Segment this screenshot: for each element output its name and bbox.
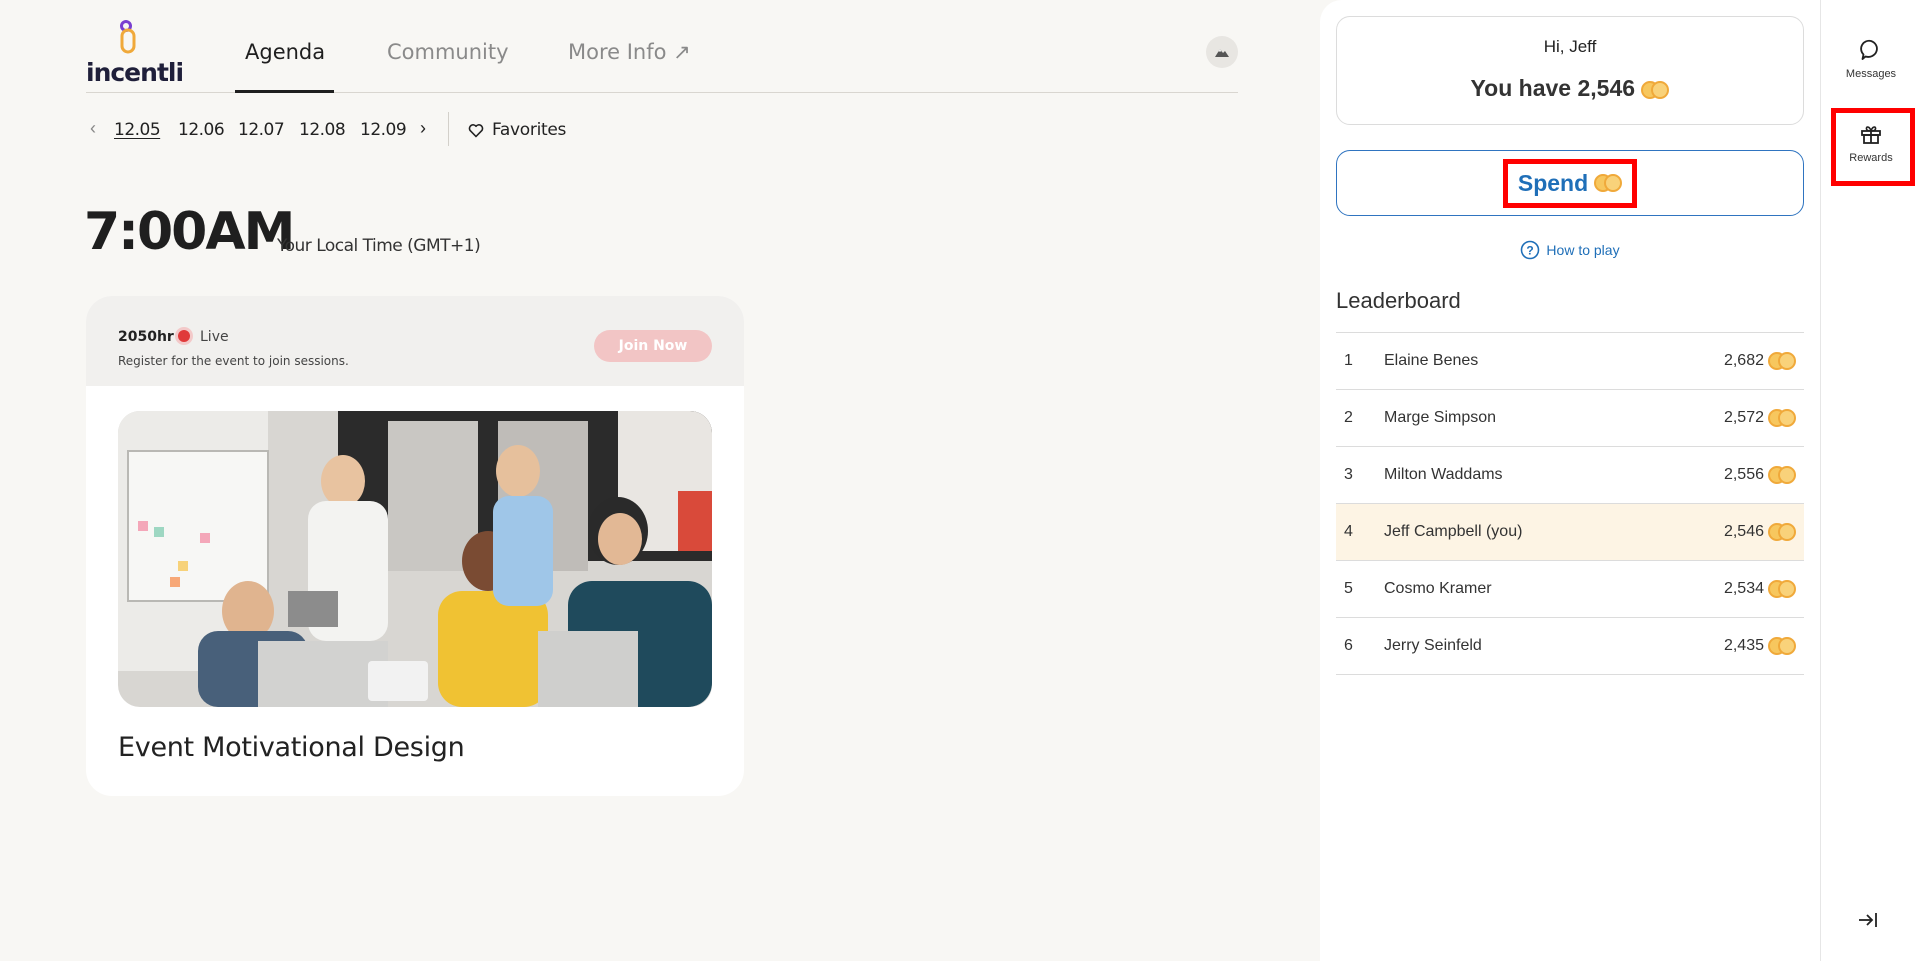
rewards-label: Rewards xyxy=(1849,152,1893,164)
svg-text:?: ? xyxy=(1527,244,1534,258)
team-celebration-image xyxy=(118,411,712,707)
score-value: 2,534 xyxy=(1723,580,1764,597)
spend-button[interactable]: Spend xyxy=(1336,150,1804,216)
coins-icon xyxy=(1768,466,1796,484)
leaderboard-row: 5 Cosmo Kramer 2,534 xyxy=(1336,561,1804,618)
join-now-button[interactable]: Join Now xyxy=(594,330,712,362)
how-to-play-label: How to play xyxy=(1546,242,1620,258)
session-title: Event Motivational Design xyxy=(118,732,465,763)
top-navigation: incentli Agenda Community More Info ↗ xyxy=(86,0,1238,93)
rewards-panel: Hi, Jeff You have 2,546 Spend ? How to p… xyxy=(1320,0,1820,961)
chevron-left-icon[interactable]: ‹ xyxy=(90,118,96,139)
date-12-08[interactable]: 12.08 xyxy=(299,120,346,140)
coins-icon xyxy=(1641,80,1670,99)
leaderboard-list: 1 Elaine Benes 2,682 2 Marge Simpson 2,5… xyxy=(1336,332,1804,675)
rank: 6 xyxy=(1344,637,1353,654)
session-time: 2050hr xyxy=(118,329,174,345)
rank: 2 xyxy=(1344,409,1353,426)
player-name: Milton Waddams xyxy=(1384,466,1503,483)
leaderboard-row: 3 Milton Waddams 2,556 xyxy=(1336,447,1804,504)
tab-more-info[interactable]: More Info ↗ xyxy=(568,40,691,64)
date-12-09[interactable]: 12.09 xyxy=(360,120,407,140)
session-card-header: 2050hr Live Register for the event to jo… xyxy=(86,296,744,386)
messages-button[interactable]: Messages xyxy=(1821,38,1920,80)
player-score: 2,534 xyxy=(1724,580,1796,598)
spend-highlight: Spend xyxy=(1502,158,1638,208)
messages-label: Messages xyxy=(1845,68,1897,80)
user-avatar[interactable] xyxy=(1206,36,1238,68)
date-12-07[interactable]: 12.07 xyxy=(238,120,285,140)
balance-text: You have 2,546 xyxy=(1337,75,1803,102)
greeting: Hi, Jeff xyxy=(1543,37,1597,56)
score-value: 2,435 xyxy=(1723,637,1764,654)
chevron-right-icon[interactable]: › xyxy=(420,118,426,139)
score-value: 2,556 xyxy=(1723,466,1764,483)
leaderboard-row-current-user: 4 Jeff Campbell (you) 2,546 xyxy=(1336,504,1804,561)
rewards-button[interactable]: Rewards xyxy=(1821,122,1920,164)
rank: 1 xyxy=(1344,352,1353,369)
rank: 3 xyxy=(1344,466,1353,483)
date-12-05[interactable]: 12.05 xyxy=(114,120,161,140)
coins-icon xyxy=(1768,580,1796,598)
rank: 5 xyxy=(1344,580,1353,597)
right-rail: Messages Rewards xyxy=(1820,0,1920,961)
score-value: 2,572 xyxy=(1723,409,1764,426)
active-tab-indicator xyxy=(235,90,334,93)
balance-value: You have 2,546 xyxy=(1470,75,1636,101)
date-12-06[interactable]: 12.06 xyxy=(178,120,225,140)
leaderboard-row: 6 Jerry Seinfeld 2,435 xyxy=(1336,618,1804,675)
coins-icon xyxy=(1768,523,1796,541)
coins-icon xyxy=(1768,352,1796,370)
player-name: Cosmo Kramer xyxy=(1384,580,1492,597)
player-name: Marge Simpson xyxy=(1384,409,1497,426)
heart-icon xyxy=(468,123,484,137)
rank: 4 xyxy=(1344,523,1353,540)
score-value: 2,546 xyxy=(1723,523,1764,540)
tab-agenda[interactable]: Agenda xyxy=(245,40,325,64)
player-name: Jeff Campbell (you) xyxy=(1384,523,1523,540)
player-name: Jerry Seinfeld xyxy=(1384,637,1482,654)
gift-icon xyxy=(1861,126,1881,144)
live-label: Live xyxy=(200,329,229,345)
coins-icon xyxy=(1768,409,1796,427)
player-score: 2,682 xyxy=(1724,352,1796,370)
leaderboard-row: 1 Elaine Benes 2,682 xyxy=(1336,333,1804,390)
date-selector: ‹ 12.05 12.06 12.07 12.08 12.09 › Favori… xyxy=(86,112,686,146)
player-score: 2,435 xyxy=(1724,637,1796,655)
player-score: 2,556 xyxy=(1724,466,1796,484)
divider xyxy=(448,112,449,146)
incentli-logo[interactable]: incentli xyxy=(86,18,184,87)
session-image xyxy=(118,411,712,707)
logo-text: incentli xyxy=(86,58,184,87)
player-name: Elaine Benes xyxy=(1384,352,1479,369)
balance-card: Hi, Jeff You have 2,546 xyxy=(1336,16,1804,125)
player-score: 2,546 xyxy=(1724,523,1796,541)
arrow-collapse-right-icon xyxy=(1859,913,1877,927)
player-score: 2,572 xyxy=(1724,409,1796,427)
favorites-filter[interactable]: Favorites xyxy=(468,120,566,140)
collapse-panel-button[interactable] xyxy=(1856,908,1880,937)
coins-icon xyxy=(1768,637,1796,655)
coins-icon xyxy=(1594,174,1623,192)
favorites-label: Favorites xyxy=(492,120,567,140)
mountain-icon xyxy=(1215,49,1229,57)
score-value: 2,682 xyxy=(1723,352,1764,369)
session-card[interactable]: 2050hr Live Register for the event to jo… xyxy=(86,296,744,796)
current-time: 7:00AM xyxy=(84,202,295,262)
leaderboard-row: 2 Marge Simpson 2,572 xyxy=(1336,390,1804,447)
how-to-play-link[interactable]: ? How to play xyxy=(1320,240,1820,260)
spend-label: Spend xyxy=(1517,169,1589,196)
question-circle-icon: ? xyxy=(1521,240,1540,260)
tab-community[interactable]: Community xyxy=(387,40,509,64)
leaderboard-title: Leaderboard xyxy=(1336,288,1461,313)
timezone-label: Your Local Time (GMT+1) xyxy=(277,236,481,256)
chat-bubble-icon xyxy=(1860,39,1878,60)
registration-note: Register for the event to join sessions. xyxy=(118,354,349,368)
live-indicator-icon xyxy=(175,327,193,345)
logo-mark-icon xyxy=(120,20,136,54)
